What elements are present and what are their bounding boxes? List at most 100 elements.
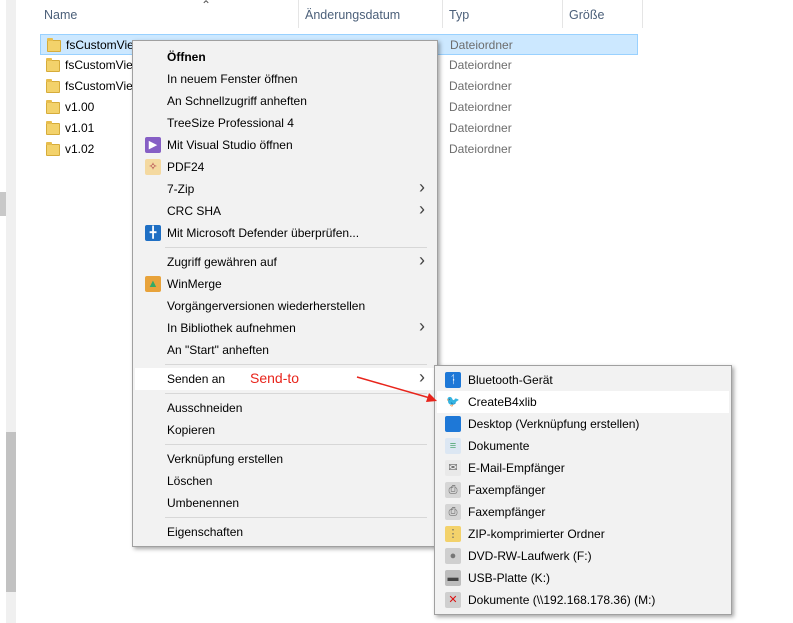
context-menu-item-label: Mit Visual Studio öffnen bbox=[167, 138, 293, 152]
desktop-icon bbox=[445, 416, 461, 432]
dvd-drive-icon: ● bbox=[445, 548, 461, 564]
column-header-name[interactable]: Name bbox=[44, 8, 77, 22]
zip-folder-icon: ⋮ bbox=[445, 526, 461, 542]
sendto-menu-item[interactable]: ᛑ Bluetooth-Gerät bbox=[437, 369, 729, 391]
context-menu-item[interactable]: 7-Zip › bbox=[135, 177, 435, 200]
folder-icon bbox=[47, 38, 61, 52]
context-menu-item[interactable]: An Schnellzugriff anheften bbox=[135, 90, 435, 112]
defender-shield-icon: ╋ bbox=[145, 225, 161, 241]
sendto-menu-item-label: Faxempfänger bbox=[468, 505, 546, 519]
context-menu-item[interactable]: ▶ Mit Visual Studio öffnen bbox=[135, 134, 435, 156]
fax-icon: ⎙ bbox=[445, 482, 461, 498]
vertical-scrollbar-thumb[interactable] bbox=[6, 432, 16, 592]
context-menu-item[interactable]: Löschen bbox=[135, 470, 435, 492]
context-menu-item[interactable]: ╋ Mit Microsoft Defender überprüfen... bbox=[135, 222, 435, 244]
sendto-menu-item[interactable]: ⎙ Faxempfänger bbox=[437, 479, 729, 501]
column-separator[interactable] bbox=[642, 0, 643, 28]
folder-icon bbox=[46, 121, 60, 135]
folder-icon bbox=[46, 58, 60, 72]
bluetooth-icon: ᛑ bbox=[445, 372, 461, 388]
sort-ascending-icon: ⌃ bbox=[201, 0, 212, 12]
column-separator[interactable] bbox=[442, 0, 443, 28]
context-menu-item[interactable]: CRC SHA › bbox=[135, 199, 435, 222]
context-menu-item[interactable]: In Bibliothek aufnehmen › bbox=[135, 316, 435, 339]
sendto-menu-item[interactable]: ⋮ ZIP-komprimierter Ordner bbox=[437, 523, 729, 545]
context-menu-item-label: WinMerge bbox=[167, 277, 222, 291]
menu-separator bbox=[165, 364, 427, 365]
column-separator[interactable] bbox=[298, 0, 299, 28]
menu-separator bbox=[165, 247, 427, 248]
chevron-right-icon: › bbox=[419, 250, 425, 270]
sendto-menu-item-label: USB-Platte (K:) bbox=[468, 571, 551, 585]
sendto-menu-item[interactable]: ✕ Dokumente (\\192.168.178.36) (M:) bbox=[437, 589, 729, 611]
context-menu-item-label: Löschen bbox=[167, 474, 213, 488]
context-menu-item-label: TreeSize Professional 4 bbox=[167, 116, 294, 130]
sendto-menu-item[interactable]: 🐦 CreateB4xlib bbox=[437, 391, 729, 413]
context-menu-item[interactable]: An "Start" anheften bbox=[135, 339, 435, 361]
context-menu-item[interactable]: Verknüpfung erstellen bbox=[135, 448, 435, 470]
context-menu-item[interactable]: Kopieren bbox=[135, 419, 435, 441]
file-type: Dateiordner bbox=[449, 142, 512, 156]
file-name: fsCustomVie bbox=[65, 79, 133, 93]
file-name: fsCustomVie bbox=[66, 38, 134, 52]
b4x-bird-icon: 🐦 bbox=[445, 394, 461, 410]
sendto-menu-item-label: Desktop (Verknüpfung erstellen) bbox=[468, 417, 640, 431]
context-menu-item[interactable]: Zugriff gewähren auf › bbox=[135, 250, 435, 273]
sendto-menu-item[interactable]: ⎙ Faxempfänger bbox=[437, 501, 729, 523]
context-menu-item-label: Zugriff gewähren auf bbox=[167, 255, 277, 269]
context-menu-item[interactable]: ▲ WinMerge bbox=[135, 273, 435, 295]
folder-icon bbox=[46, 79, 60, 93]
menu-separator bbox=[165, 517, 427, 518]
sendto-menu-item-label: CreateB4xlib bbox=[468, 395, 537, 409]
context-menu-item-label: Öffnen bbox=[167, 50, 206, 64]
column-header-size[interactable]: Größe bbox=[569, 8, 604, 22]
menu-separator bbox=[165, 444, 427, 445]
winmerge-icon: ▲ bbox=[145, 276, 161, 292]
context-menu-item-label: An Schnellzugriff anheften bbox=[167, 94, 307, 108]
context-menu-item-label: Kopieren bbox=[167, 423, 216, 437]
usb-drive-icon: ▬ bbox=[445, 570, 461, 586]
context-menu-item[interactable]: Öffnen bbox=[135, 46, 435, 68]
context-menu-item[interactable]: Vorgängerversionen wiederherstellen bbox=[135, 295, 435, 317]
sendto-menu-item[interactable]: ▬ USB-Platte (K:) bbox=[437, 567, 729, 589]
context-menu-item[interactable]: ✧ PDF24 bbox=[135, 156, 435, 178]
sendto-menu-item-label: Dokumente bbox=[468, 439, 530, 453]
chevron-right-icon: › bbox=[419, 177, 425, 197]
column-header-date[interactable]: Änderungsdatum bbox=[305, 8, 400, 22]
column-separator[interactable] bbox=[562, 0, 563, 28]
scrollbar-marker bbox=[0, 192, 6, 216]
visual-studio-icon: ▶ bbox=[145, 137, 161, 153]
context-menu-item-label: Mit Microsoft Defender überprüfen... bbox=[167, 226, 360, 240]
file-type: Dateiordner bbox=[449, 79, 512, 93]
context-menu-item[interactable]: In neuem Fenster öffnen bbox=[135, 68, 435, 90]
sendto-menu-item-label: Bluetooth-Gerät bbox=[468, 373, 553, 387]
context-menu-item-label: CRC SHA bbox=[167, 204, 222, 218]
folder-icon bbox=[46, 142, 60, 156]
file-name: v1.01 bbox=[65, 121, 95, 135]
send-to-annotation: Send-to bbox=[250, 370, 300, 386]
context-menu-item[interactable]: TreeSize Professional 4 bbox=[135, 112, 435, 134]
context-menu-item[interactable]: Eigenschaften bbox=[135, 521, 435, 543]
sendto-menu-item[interactable]: ✉ E-Mail-Empfänger bbox=[437, 457, 729, 479]
chevron-right-icon: › bbox=[419, 367, 425, 387]
sendto-submenu: ᛑ Bluetooth-Gerät 🐦 CreateB4xlib Desktop (Ve… bbox=[434, 365, 732, 615]
chevron-right-icon: › bbox=[419, 199, 425, 219]
chevron-right-icon: › bbox=[419, 316, 425, 336]
sendto-menu-item-label: DVD-RW-Laufwerk (F:) bbox=[468, 549, 592, 563]
sendto-menu-item[interactable]: ≡ Dokumente bbox=[437, 435, 729, 457]
folder-icon bbox=[46, 100, 60, 114]
menu-separator bbox=[165, 393, 427, 394]
context-menu-item-label: In Bibliothek aufnehmen bbox=[167, 321, 296, 335]
column-header-type[interactable]: Typ bbox=[449, 8, 469, 22]
context-menu-item-label: An "Start" anheften bbox=[167, 343, 269, 357]
context-menu-item-label: 7-Zip bbox=[167, 182, 195, 196]
file-name: fsCustomVie bbox=[65, 58, 133, 72]
file-name: v1.00 bbox=[65, 100, 95, 114]
sendto-menu-item[interactable]: ● DVD-RW-Laufwerk (F:) bbox=[437, 545, 729, 567]
file-type: Dateiordner bbox=[449, 100, 512, 114]
context-menu-item[interactable]: Ausschneiden bbox=[135, 397, 435, 419]
context-menu-item[interactable]: Umbenennen bbox=[135, 492, 435, 514]
context-menu-item-label: Ausschneiden bbox=[167, 401, 243, 415]
context-menu-item-label: Senden an bbox=[167, 372, 226, 386]
sendto-menu-item[interactable]: Desktop (Verknüpfung erstellen) bbox=[437, 413, 729, 435]
